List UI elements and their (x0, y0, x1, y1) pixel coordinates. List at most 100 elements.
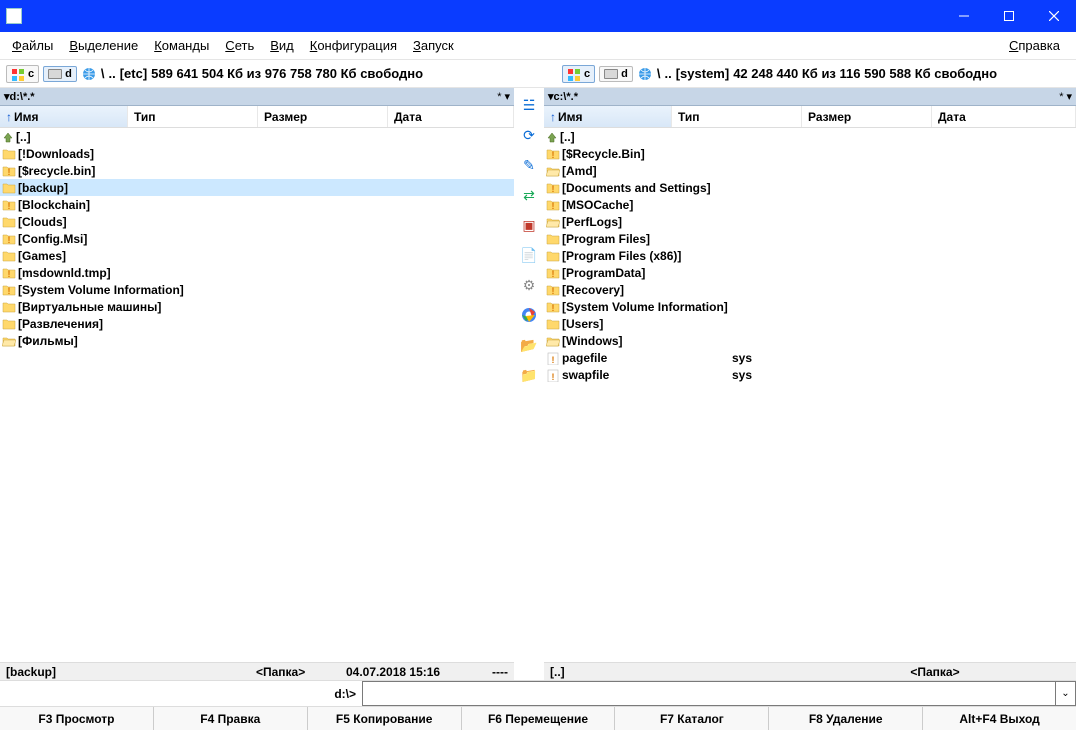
list-item[interactable]: [Фильмы] (0, 332, 514, 349)
up-arrow-icon (546, 131, 558, 143)
menu-files[interactable]: Файлы (4, 34, 61, 57)
col-name-left[interactable]: ↑Имя (0, 106, 128, 127)
list-item[interactable]: [backup] (0, 179, 514, 196)
folder-open-icon[interactable]: 📂 (520, 336, 538, 354)
drive-space-left: 589 641 504 Кб из 976 758 780 Кб свободн… (151, 66, 423, 81)
copy-icon[interactable]: 📄 (520, 246, 538, 264)
list-item[interactable]: [Amd] (544, 162, 1076, 179)
list-item[interactable]: ![msdownld.tmp] (0, 264, 514, 281)
menu-help[interactable]: Справка (1001, 34, 1068, 57)
right-file-list[interactable]: [..]![$Recycle.Bin][Amd]![Documents and … (544, 128, 1076, 662)
list-item[interactable]: ![Blockchain] (0, 196, 514, 213)
col-date-right[interactable]: Дата (932, 106, 1076, 127)
list-item[interactable]: ![Documents and Settings] (544, 179, 1076, 196)
screen-icon[interactable]: ▣ (520, 216, 538, 234)
altf4-button[interactable]: Alt+F4 Выход (923, 707, 1076, 730)
folder-icon (546, 250, 560, 262)
left-column-header: ↑Имя Тип Размер Дата (0, 106, 514, 128)
folder-icon (2, 216, 16, 228)
list-item[interactable]: !pagefilesys (544, 349, 1076, 366)
drive-c-right[interactable]: c (562, 65, 595, 83)
folder-icon[interactable]: 📁 (520, 366, 538, 384)
f8-button[interactable]: F8 Удаление (769, 707, 923, 730)
chrome-icon[interactable] (520, 306, 538, 324)
list-item[interactable]: ![System Volume Information] (544, 298, 1076, 315)
left-tabbar: ▾d:\*.* *▾ (0, 88, 514, 106)
list-item[interactable]: [Users] (544, 315, 1076, 332)
col-size-left[interactable]: Размер (258, 106, 388, 127)
sync-icon[interactable]: ⟳ (520, 126, 538, 144)
command-history-dropdown[interactable]: ⌄ (1056, 681, 1076, 706)
menu-start[interactable]: Запуск (405, 34, 462, 57)
col-size-right[interactable]: Размер (802, 106, 932, 127)
folder-open-icon (2, 335, 16, 347)
maximize-button[interactable] (986, 0, 1031, 32)
panel-right: ▾c:\*.* *▾ ↑Имя Тип Размер Дата [..]![$R… (544, 88, 1076, 680)
list-item[interactable]: ![MSOCache] (544, 196, 1076, 213)
drive-d-left[interactable]: d (43, 66, 77, 82)
folder-icon (2, 318, 16, 330)
star-right[interactable]: * (1059, 91, 1063, 103)
f3-button[interactable]: F3 Просмотр (0, 707, 154, 730)
updir-sep-right[interactable]: .. (664, 66, 671, 81)
up-row[interactable]: [..] (544, 128, 1076, 145)
svg-text:!: ! (8, 167, 11, 177)
network-icon-right[interactable] (637, 66, 653, 82)
col-type-left[interactable]: Тип (128, 106, 258, 127)
f6-button[interactable]: F6 Перемещение (462, 707, 616, 730)
svg-text:!: ! (552, 372, 555, 382)
left-path[interactable]: ▾d:\*.* (4, 90, 35, 103)
right-status: [..] <Папка> (544, 662, 1076, 680)
left-file-list[interactable]: [..][!Downloads]![$recycle.bin][backup]!… (0, 128, 514, 662)
f5-button[interactable]: F5 Копирование (308, 707, 462, 730)
list-item[interactable]: [PerfLogs] (544, 213, 1076, 230)
up-row[interactable]: [..] (0, 128, 514, 145)
list-item[interactable]: ![$Recycle.Bin] (544, 145, 1076, 162)
right-path[interactable]: ▾c:\*.* (548, 90, 578, 103)
edit-icon[interactable]: ✎ (520, 156, 538, 174)
list-item[interactable]: [Program Files (x86)] (544, 247, 1076, 264)
col-type-right[interactable]: Тип (672, 106, 802, 127)
drive-c-left[interactable]: c (6, 65, 39, 83)
arrow-right[interactable]: ▾ (1066, 90, 1072, 103)
f7-button[interactable]: F7 Каталог (615, 707, 769, 730)
arrow-left[interactable]: ▾ (504, 90, 510, 103)
network-icon-left[interactable] (81, 66, 97, 82)
star-left[interactable]: * (497, 91, 501, 103)
list-item[interactable]: ![System Volume Information] (0, 281, 514, 298)
list-item[interactable]: [Виртуальные машины] (0, 298, 514, 315)
close-button[interactable] (1031, 0, 1076, 32)
menu-view[interactable]: Вид (262, 34, 302, 57)
list-item[interactable]: ![$recycle.bin] (0, 162, 514, 179)
list-item[interactable]: [Windows] (544, 332, 1076, 349)
list-item[interactable]: ![Recovery] (544, 281, 1076, 298)
col-date-left[interactable]: Дата (388, 106, 514, 127)
list-item[interactable]: ![ProgramData] (544, 264, 1076, 281)
drive-d-icon-r (604, 69, 618, 79)
col-name-right[interactable]: ↑Имя (544, 106, 672, 127)
menu-select[interactable]: Выделение (61, 34, 146, 57)
left-status: [backup] <Папка> 04.07.2018 15:16 ---- (0, 662, 514, 680)
list-item[interactable]: !swapfilesys (544, 366, 1076, 383)
drive-d-right[interactable]: d (599, 66, 633, 82)
tree-icon[interactable]: ☱ (520, 96, 538, 114)
list-item[interactable]: [Program Files] (544, 230, 1076, 247)
f4-button[interactable]: F4 Правка (154, 707, 308, 730)
svg-text:!: ! (8, 201, 11, 211)
list-item[interactable]: [Games] (0, 247, 514, 264)
updir-sep-left[interactable]: .. (108, 66, 115, 81)
swap-icon[interactable]: ⇄ (520, 186, 538, 204)
minimize-button[interactable] (941, 0, 986, 32)
list-item[interactable]: [!Downloads] (0, 145, 514, 162)
list-item[interactable]: [Clouds] (0, 213, 514, 230)
menu-commands[interactable]: Команды (146, 34, 217, 57)
menu-net[interactable]: Сеть (217, 34, 262, 57)
list-item[interactable]: [Развлечения] (0, 315, 514, 332)
menu-config[interactable]: Конфигурация (302, 34, 405, 57)
list-item[interactable]: ![Config.Msi] (0, 230, 514, 247)
config-icon[interactable]: ⚙ (520, 276, 538, 294)
function-bar: F3 Просмотр F4 Правка F5 Копирование F6 … (0, 706, 1076, 730)
command-input[interactable] (362, 681, 1056, 706)
right-tabbar: ▾c:\*.* *▾ (544, 88, 1076, 106)
folder-icon (2, 148, 16, 160)
